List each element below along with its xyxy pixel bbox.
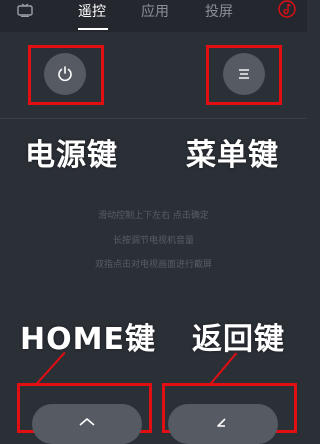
back-annotation: 返回键 bbox=[192, 322, 285, 357]
home-annotation: HOME键 bbox=[20, 322, 156, 357]
hint-line-2: 长按调节电视机音量 bbox=[112, 236, 194, 246]
tab-apps[interactable]: 应用 bbox=[141, 1, 169, 21]
tab-cast[interactable]: 投屏 bbox=[205, 1, 233, 21]
active-tab-indicator bbox=[78, 28, 108, 30]
menu-annotation: 菜单键 bbox=[186, 138, 279, 173]
back-icon bbox=[217, 418, 226, 427]
back-button[interactable] bbox=[168, 404, 278, 444]
home-button[interactable] bbox=[32, 404, 142, 444]
power-button[interactable] bbox=[44, 53, 86, 95]
power-annotation: 电源键 bbox=[25, 138, 118, 173]
power-icon bbox=[58, 66, 72, 82]
remote-icon[interactable] bbox=[278, 0, 296, 18]
hint-line-1: 滑动控制上下左右 点击确定 bbox=[98, 211, 209, 221]
hint-line-3: 双指点击对电视画面进行截屏 bbox=[94, 260, 212, 270]
home-icon bbox=[79, 418, 95, 426]
menu-icon bbox=[239, 69, 249, 79]
menu-button[interactable] bbox=[223, 53, 265, 95]
divider bbox=[0, 118, 307, 119]
tab-remote[interactable]: 遥控 bbox=[78, 1, 106, 21]
tv-icon[interactable] bbox=[17, 3, 33, 17]
